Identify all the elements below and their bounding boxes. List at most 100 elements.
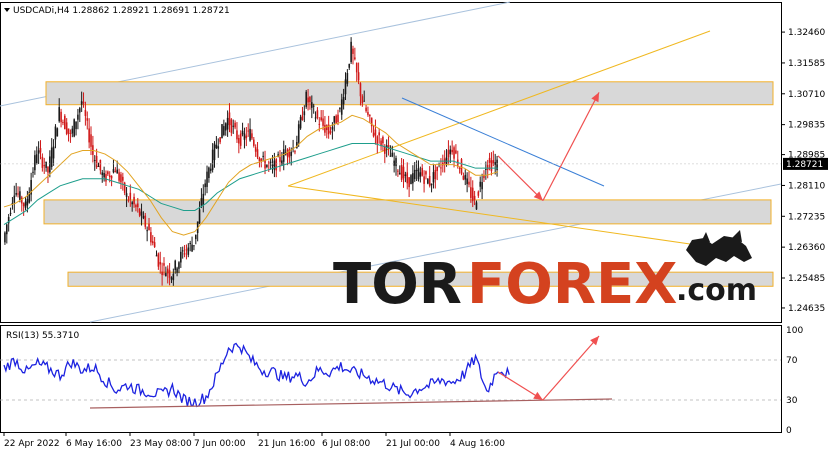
candle-body xyxy=(71,128,74,134)
watermark-tor: TOR xyxy=(333,252,462,317)
candle-body xyxy=(213,143,216,161)
candle-body xyxy=(393,160,395,166)
candle-body xyxy=(165,273,167,277)
candle-body xyxy=(254,147,257,152)
candle-body xyxy=(183,253,186,255)
y-tick-label: 1.26360 xyxy=(788,243,825,253)
candle-body xyxy=(473,195,476,200)
candle-body xyxy=(369,115,371,117)
candle-body xyxy=(236,130,238,140)
candle-body xyxy=(363,100,366,102)
x-tick-label: 21 Jul 00:00 xyxy=(386,439,440,449)
candle-body xyxy=(260,158,263,161)
candle-body xyxy=(466,178,468,185)
candle-body xyxy=(455,150,457,154)
candle-body xyxy=(245,135,248,139)
candle-body xyxy=(86,118,89,121)
candle-body xyxy=(404,174,407,176)
candle-body xyxy=(282,149,285,162)
candle-body xyxy=(275,159,278,171)
candle-body xyxy=(215,144,218,149)
candle-body xyxy=(400,165,403,180)
candle-body xyxy=(208,167,210,178)
candle-body xyxy=(408,177,410,188)
candle-body xyxy=(346,73,349,84)
candle-body xyxy=(9,212,12,214)
candle-body xyxy=(453,147,455,159)
candle-body xyxy=(417,168,420,180)
x-tick-label: 23 May 08:00 xyxy=(130,439,192,449)
candle-body xyxy=(462,175,465,180)
candle-body xyxy=(247,130,249,132)
candle-body xyxy=(228,112,231,126)
y-tick-label: 1.28985 xyxy=(788,151,825,161)
candle-body xyxy=(481,182,483,190)
candle-body xyxy=(475,202,478,210)
y-tick-label: 1.28110 xyxy=(788,181,825,191)
candle-body xyxy=(80,101,83,105)
chart-title: USDCADi,H4 1.28862 1.28921 1.28691 1.287… xyxy=(13,6,230,16)
y-tick-label: 1.31585 xyxy=(788,59,825,69)
candle-body xyxy=(412,173,414,184)
x-tick-label: 7 Jun 00:00 xyxy=(194,439,246,449)
candle-body xyxy=(131,202,133,205)
candle-body xyxy=(267,162,270,164)
candle-body xyxy=(333,116,336,123)
candle-body xyxy=(45,161,47,168)
candle-body xyxy=(67,128,70,134)
candle-body xyxy=(148,223,150,231)
candle-body xyxy=(395,158,397,167)
candle-body xyxy=(168,270,171,278)
candle-body xyxy=(477,191,480,196)
candle-body xyxy=(39,148,42,153)
candle-body xyxy=(133,196,135,205)
y-tick-label: 1.30710 xyxy=(788,90,825,100)
candle-body xyxy=(451,149,453,153)
candle-body xyxy=(105,174,107,182)
candle-body xyxy=(335,115,337,124)
y-tick-label: 1.25485 xyxy=(788,274,825,284)
candle-body xyxy=(309,97,311,102)
candle-body xyxy=(219,137,221,143)
candle-body xyxy=(107,171,109,175)
candle-body xyxy=(206,171,208,187)
rsi-plot-frame xyxy=(0,325,782,433)
candle-body xyxy=(82,101,85,104)
candle-body xyxy=(217,146,220,149)
candle-body xyxy=(73,119,75,137)
candle-body xyxy=(266,164,268,168)
candle-body xyxy=(383,146,386,154)
candle-body xyxy=(307,97,309,103)
candle-body xyxy=(361,96,364,104)
current-price-label: 1.28721 xyxy=(786,160,823,170)
candle-body xyxy=(24,201,27,208)
candle-body xyxy=(355,62,358,73)
candle-body xyxy=(402,166,405,179)
candle-body xyxy=(372,132,375,137)
candle-body xyxy=(204,183,206,188)
candle-body xyxy=(178,262,180,269)
candle-body xyxy=(125,193,128,197)
price-and-rsi-chart: 1.28721 1.32460 1.31585 1.30710 1.29835 1.289… xyxy=(0,1,828,449)
candle-body xyxy=(339,108,341,110)
candle-body xyxy=(49,156,51,173)
candle-body xyxy=(488,157,491,163)
candle-body xyxy=(314,117,317,119)
candle-body xyxy=(490,160,493,172)
candle-body xyxy=(413,169,416,180)
candle-body xyxy=(312,105,315,107)
candle-body xyxy=(6,224,8,235)
candle-body xyxy=(47,166,49,173)
candle-body xyxy=(159,261,162,265)
candle-body xyxy=(13,195,16,203)
candle-body xyxy=(357,72,360,81)
candle-body xyxy=(19,191,21,200)
candle-body xyxy=(99,159,102,171)
candle-body xyxy=(118,172,120,181)
watermark-forex: FOREX xyxy=(467,252,677,317)
candle-body xyxy=(37,150,40,154)
chart-window: 1.28721 1.32460 1.31585 1.30710 1.29835 1.289… xyxy=(0,0,828,455)
candle-body xyxy=(303,111,306,116)
candle-body xyxy=(470,187,472,198)
candle-body xyxy=(460,159,463,174)
